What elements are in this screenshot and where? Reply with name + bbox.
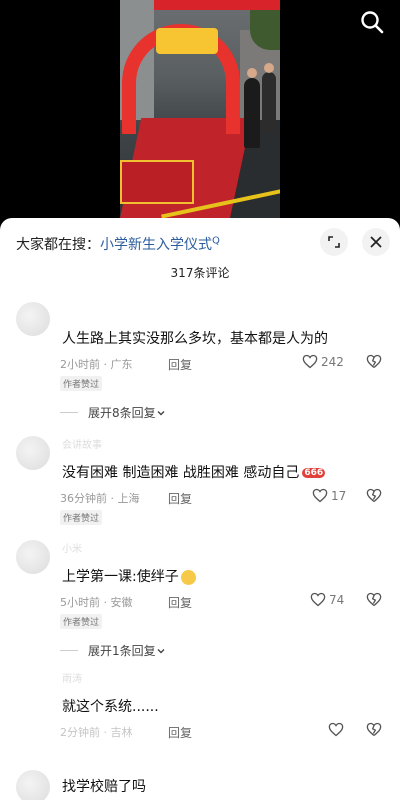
avatar[interactable] bbox=[16, 770, 50, 800]
comment-item: 找学校赔了吗 bbox=[0, 770, 400, 800]
video-person-head bbox=[264, 63, 274, 73]
like-button[interactable]: 242 bbox=[302, 354, 344, 369]
heart-icon bbox=[312, 488, 328, 503]
comment-text-body: 上学第一课:使绊子 bbox=[62, 569, 179, 585]
close-icon bbox=[370, 236, 382, 248]
author-liked-badge: 作者赞过 bbox=[60, 614, 103, 629]
broken-heart-icon bbox=[366, 488, 382, 503]
divider bbox=[60, 412, 78, 413]
video-frame[interactable] bbox=[120, 0, 280, 218]
comment-meta: 5小时前 · 安徽 bbox=[60, 596, 133, 609]
comment-meta: 36分钟前 · 上海 bbox=[60, 492, 140, 505]
like-button[interactable]: 74 bbox=[310, 592, 344, 607]
sweat-smile-emoji-icon bbox=[180, 569, 196, 585]
comment-item: 人生路上其实没那么多坎，基本都是人为的 2小时前 · 广东 回复 242 作者赞… bbox=[0, 302, 400, 422]
comment-text: 就这个系统...... bbox=[62, 699, 159, 715]
like-count: 242 bbox=[321, 354, 344, 369]
heart-icon bbox=[310, 592, 326, 607]
expand-replies-label: 展开8条回复 bbox=[88, 406, 156, 420]
dislike-button[interactable] bbox=[366, 354, 382, 373]
video-arch-sign bbox=[156, 28, 218, 54]
comment-meta: 2分钟前 · 吉林 bbox=[60, 726, 133, 739]
video-red-board bbox=[120, 160, 194, 204]
collapse-button[interactable] bbox=[320, 228, 348, 256]
comment-username[interactable]: 雨涛 bbox=[62, 670, 82, 685]
video-person bbox=[244, 78, 260, 148]
like-button[interactable] bbox=[328, 722, 344, 737]
video-person-head bbox=[247, 68, 257, 78]
reply-button[interactable]: 回复 bbox=[168, 356, 192, 373]
comment-item: 小米 上学第一课:使绊子 5小时前 · 安徽 回复 74 作者赞过 展开1条回复 bbox=[0, 540, 400, 660]
reply-button[interactable]: 回复 bbox=[168, 594, 192, 611]
avatar[interactable] bbox=[16, 540, 50, 574]
avatar[interactable] bbox=[16, 436, 50, 470]
chevron-down-icon bbox=[157, 648, 165, 653]
comment-sheet: 大家都在搜：小学新生入学仪式Q 317条评论 人生路上其实没那么多坎，基本都是人… bbox=[0, 218, 400, 800]
comment-text: 找学校赔了吗 bbox=[62, 779, 146, 795]
video-person bbox=[262, 72, 276, 132]
comment-count: 317条评论 bbox=[170, 266, 230, 280]
comment-username[interactable]: 小米 bbox=[62, 540, 82, 555]
dislike-button[interactable] bbox=[366, 722, 382, 741]
broken-heart-icon bbox=[366, 722, 382, 737]
dislike-button[interactable] bbox=[366, 592, 382, 611]
author-liked-badge: 作者赞过 bbox=[60, 376, 103, 391]
comment-item: 会讲故事 没有困难 制造困难 战胜困难 感动自己 666 36分钟前 · 上海 回… bbox=[0, 436, 400, 525]
heart-icon bbox=[328, 722, 344, 737]
search-query-icon: Q bbox=[212, 235, 220, 247]
heart-icon bbox=[302, 354, 318, 369]
emoji-666-icon: 666 bbox=[302, 468, 326, 478]
video-player[interactable] bbox=[0, 0, 400, 218]
comment-item: 雨涛 就这个系统...... 2分钟前 · 吉林 回复 bbox=[0, 670, 400, 750]
broken-heart-icon bbox=[366, 592, 382, 607]
collapse-icon bbox=[328, 236, 340, 248]
related-search[interactable]: 大家都在搜：小学新生入学仪式Q bbox=[16, 234, 220, 254]
dislike-button[interactable] bbox=[366, 488, 382, 507]
avatar[interactable] bbox=[16, 670, 50, 704]
comment-text: 没有困难 制造困难 战胜困难 感动自己 666 bbox=[62, 462, 326, 482]
video-banner bbox=[154, 0, 280, 10]
related-search-prefix: 大家都在搜： bbox=[16, 237, 100, 253]
related-search-query[interactable]: 小学新生入学仪式 bbox=[100, 237, 212, 253]
comment-text-body: 没有困难 制造困难 战胜困难 感动自己 bbox=[62, 465, 300, 481]
like-count: 17 bbox=[331, 488, 347, 503]
like-button[interactable]: 17 bbox=[312, 488, 346, 503]
reply-button[interactable]: 回复 bbox=[168, 724, 192, 741]
close-button[interactable] bbox=[362, 228, 390, 256]
comment-text: 人生路上其实没那么多坎，基本都是人为的 bbox=[62, 331, 328, 347]
chevron-down-icon bbox=[157, 410, 165, 415]
like-count: 74 bbox=[329, 592, 345, 607]
comment-text: 上学第一课:使绊子 bbox=[62, 566, 196, 586]
avatar[interactable] bbox=[16, 302, 50, 336]
comment-meta: 2小时前 · 广东 bbox=[60, 358, 133, 371]
broken-heart-icon bbox=[366, 354, 382, 369]
expand-replies-button[interactable]: 展开1条回复 bbox=[60, 642, 166, 659]
reply-button[interactable]: 回复 bbox=[168, 490, 192, 507]
author-liked-badge: 作者赞过 bbox=[60, 510, 103, 525]
expand-replies-button[interactable]: 展开8条回复 bbox=[60, 404, 166, 421]
expand-replies-label: 展开1条回复 bbox=[88, 644, 156, 658]
search-icon[interactable] bbox=[358, 8, 386, 36]
divider bbox=[60, 650, 78, 651]
comment-username[interactable]: 会讲故事 bbox=[62, 436, 102, 451]
